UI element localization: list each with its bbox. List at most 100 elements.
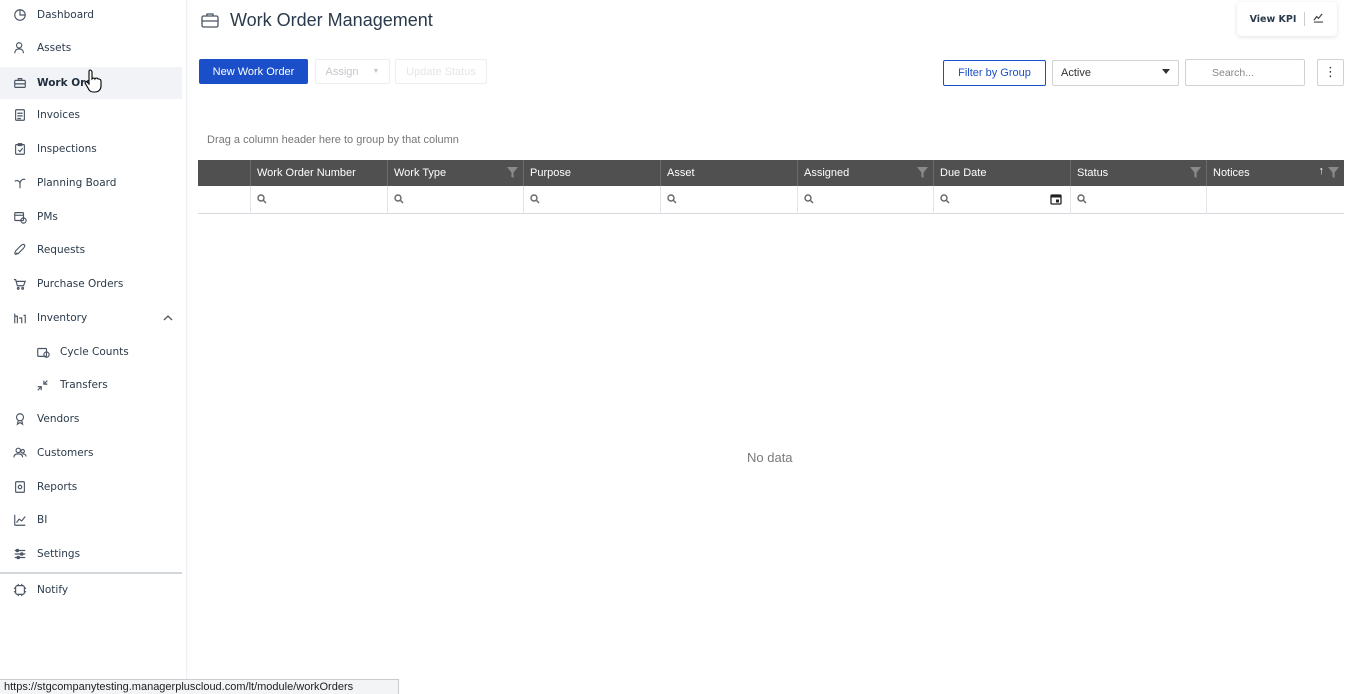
sidebar-item-label: Notify	[37, 584, 69, 596]
column-header-label: Notices	[1213, 167, 1250, 179]
column-header-label: Purpose	[530, 167, 571, 179]
sidebar-item-label: Invoices	[37, 109, 81, 121]
sidebar: Dashboard Assets Work Orde Invoices Insp…	[0, 0, 187, 694]
bi-icon	[12, 512, 28, 528]
chevron-up-icon[interactable]	[162, 312, 174, 324]
search-icon	[257, 193, 267, 207]
column-header-asset[interactable]: Asset	[660, 160, 797, 186]
filter-icon[interactable]	[1328, 167, 1339, 178]
column-header-label: Work Type	[394, 167, 447, 179]
sidebar-item-bi[interactable]: BI	[0, 505, 182, 535]
column-header-label: Due Date	[940, 167, 987, 179]
sidebar-item-label: Requests	[37, 244, 86, 256]
empty-grid-message: No data	[747, 450, 793, 465]
filter-cell-asset[interactable]	[660, 186, 797, 214]
vendor-icon	[12, 411, 28, 427]
kebab-icon: ⋮	[1324, 65, 1337, 80]
sidebar-item-settings[interactable]: Settings	[0, 539, 182, 569]
more-options-button[interactable]: ⋮	[1317, 59, 1344, 86]
grid-header-select[interactable]	[198, 160, 250, 186]
sidebar-item-label: Dashboard	[37, 9, 94, 21]
briefcase-icon	[12, 75, 28, 91]
filter-icon[interactable]	[917, 167, 928, 178]
page-title-bar: Work Order Management	[200, 6, 433, 34]
sidebar-item-label: BI	[37, 514, 48, 526]
invoice-icon	[12, 107, 28, 123]
status-select[interactable]: Active	[1052, 60, 1179, 86]
assign-button[interactable]: Assign ▼	[315, 59, 390, 84]
sidebar-item-label: Cycle Counts	[60, 346, 129, 358]
sidebar-item-label: Planning Board	[37, 177, 117, 189]
filter-cell-select	[198, 186, 250, 214]
filter-cell-status[interactable]	[1070, 186, 1206, 214]
sidebar-item-inventory[interactable]: Inventory	[0, 303, 182, 333]
column-header-notices[interactable]: Notices ↑	[1206, 160, 1344, 186]
search-icon	[394, 193, 404, 207]
column-header-work-type[interactable]: Work Type	[387, 160, 523, 186]
calendar-icon[interactable]	[1050, 193, 1062, 208]
sidebar-item-label: Settings	[37, 548, 81, 560]
sidebar-item-transfers[interactable]: Transfers	[0, 370, 182, 400]
grid-filter-row	[198, 186, 1344, 214]
column-header-due-date[interactable]: Due Date	[933, 160, 1070, 186]
sidebar-item-inspections[interactable]: Inspections	[0, 134, 182, 164]
column-header-assigned[interactable]: Assigned	[797, 160, 933, 186]
filter-cell-work-type[interactable]	[387, 186, 523, 214]
rocket-icon	[12, 242, 28, 258]
column-header-label: Asset	[667, 167, 695, 179]
update-status-button[interactable]: Update Status	[395, 59, 487, 84]
caret-down-icon: ▼	[372, 68, 380, 75]
view-kpi-panel[interactable]: View KPI	[1237, 2, 1337, 36]
column-header-status[interactable]: Status	[1070, 160, 1206, 186]
sidebar-item-assets[interactable]: Assets	[0, 33, 182, 63]
column-header-purpose[interactable]: Purpose	[523, 160, 660, 186]
filter-cell-notices	[1206, 186, 1344, 214]
dashboard-icon	[12, 7, 28, 23]
sidebar-item-label: Customers	[37, 447, 94, 459]
chart-icon[interactable]	[1313, 12, 1324, 26]
hand-cursor-icon	[84, 69, 102, 93]
settings-icon	[12, 546, 28, 562]
search-input[interactable]	[1185, 59, 1305, 86]
transfer-icon	[35, 377, 51, 393]
sidebar-item-customers[interactable]: Customers	[0, 438, 182, 468]
sidebar-item-reports[interactable]: Reports	[0, 472, 182, 502]
column-header-work-order-number[interactable]: Work Order Number	[250, 160, 387, 186]
filter-by-group-button[interactable]: Filter by Group	[943, 60, 1046, 86]
sidebar-item-planning-board[interactable]: Planning Board	[0, 168, 182, 198]
browser-status-url: https://stgcompanytesting.managerplusclo…	[0, 679, 399, 694]
kpi-separator	[1304, 12, 1306, 26]
sidebar-item-dashboard[interactable]: Dashboard	[0, 0, 182, 30]
customers-icon	[12, 445, 28, 461]
grid-header-row: Work Order Number Work Type Purpose Asse…	[198, 160, 1344, 186]
planning-icon	[12, 175, 28, 191]
sidebar-item-requests[interactable]: Requests	[0, 235, 182, 265]
assign-label: Assign	[325, 65, 359, 78]
sidebar-item-pms[interactable]: PMs	[0, 202, 182, 232]
sidebar-item-cycle-counts[interactable]: Cycle Counts	[0, 337, 182, 367]
sidebar-item-notify[interactable]: Notify	[0, 575, 182, 605]
filter-icon[interactable]	[507, 167, 518, 178]
column-header-label: Assigned	[804, 167, 850, 179]
filter-cell-purpose[interactable]	[523, 186, 660, 214]
inventory-icon	[12, 310, 28, 326]
sidebar-item-label: Purchase Orders	[37, 278, 124, 290]
sort-ascending-icon[interactable]: ↑	[1319, 165, 1325, 177]
sidebar-item-invoices[interactable]: Invoices	[0, 100, 182, 130]
filter-cell-work-order-number[interactable]	[250, 186, 387, 214]
view-kpi-link[interactable]: View KPI	[1250, 14, 1297, 25]
clipboard-icon	[12, 141, 28, 157]
pm-icon	[12, 209, 28, 225]
search-icon	[940, 193, 950, 207]
sidebar-item-purchase-orders[interactable]: Purchase Orders	[0, 269, 182, 299]
sidebar-item-vendors[interactable]: Vendors	[0, 404, 182, 434]
new-work-order-button[interactable]: New Work Order	[199, 59, 308, 84]
status-select-value: Active	[1061, 67, 1091, 79]
caret-down-icon	[1162, 69, 1170, 74]
column-header-label: Work Order Number	[257, 167, 356, 179]
cart-icon	[12, 276, 28, 292]
search-icon	[1077, 193, 1087, 207]
filter-cell-due-date[interactable]	[933, 186, 1070, 214]
filter-cell-assigned[interactable]	[797, 186, 933, 214]
filter-icon[interactable]	[1190, 167, 1201, 178]
